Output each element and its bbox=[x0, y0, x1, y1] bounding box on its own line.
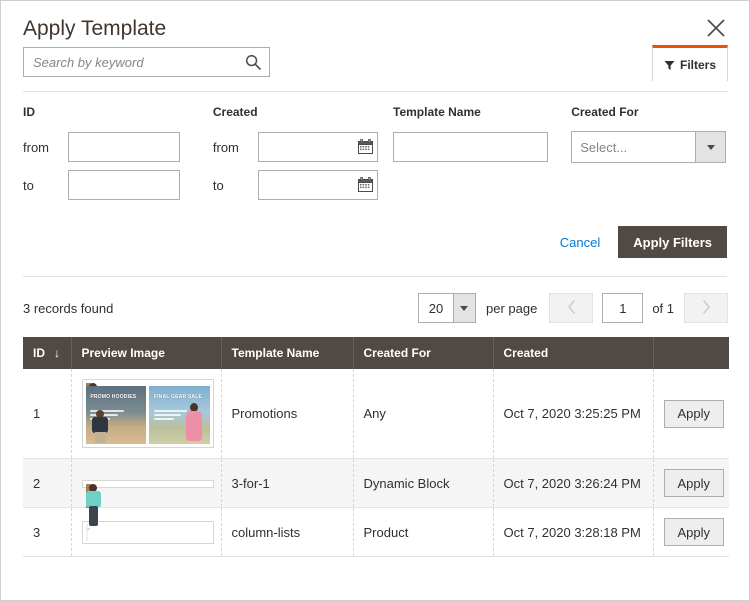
grid-wrapper: ID ↓ Preview Image Template Name Created … bbox=[1, 337, 749, 557]
records-found-label: 3 records found bbox=[23, 301, 113, 316]
grid-toolbar: 3 records found 20 per page of 1 bbox=[1, 277, 749, 337]
cell-id: 2 bbox=[23, 459, 71, 508]
page-total-label: of 1 bbox=[652, 301, 674, 316]
preview-tile-promo-hoodies: PROMO HOODIES bbox=[86, 386, 147, 444]
cell-id: 1 bbox=[23, 369, 71, 459]
cell-created-for: Any bbox=[353, 369, 493, 459]
per-page-label: per page bbox=[486, 301, 537, 316]
column-header-action bbox=[653, 337, 729, 369]
apply-button[interactable]: Apply bbox=[664, 518, 725, 546]
filter-created-for-select[interactable]: Select... bbox=[571, 131, 726, 163]
filter-id-from-input[interactable] bbox=[68, 132, 180, 162]
cell-created: Oct 7, 2020 3:28:18 PM bbox=[493, 508, 653, 557]
close-icon bbox=[705, 17, 727, 39]
filter-id-to-input[interactable] bbox=[68, 170, 180, 200]
tab-filters[interactable]: Filters bbox=[652, 45, 728, 81]
table-row[interactable]: 2 bbox=[23, 459, 729, 508]
column-header-id-label: ID bbox=[33, 346, 45, 360]
cell-template-name: Promotions bbox=[221, 369, 353, 459]
page-title: Apply Template bbox=[23, 15, 727, 43]
column-header-template-name[interactable]: Template Name bbox=[221, 337, 353, 369]
cell-created: Oct 7, 2020 3:26:24 PM bbox=[493, 459, 653, 508]
cell-preview-image bbox=[71, 459, 221, 508]
search-input[interactable] bbox=[24, 48, 269, 76]
chevron-right-icon bbox=[702, 300, 711, 317]
cell-preview-image: PROMO HOODIES FINAL GEAR SALE bbox=[71, 369, 221, 459]
preview-thumbnail[interactable] bbox=[82, 480, 214, 488]
cancel-link[interactable]: Cancel bbox=[560, 235, 600, 250]
search-row: Filters bbox=[1, 47, 749, 91]
column-header-preview-image[interactable]: Preview Image bbox=[71, 337, 221, 369]
next-page-button[interactable] bbox=[684, 293, 728, 323]
apply-filters-button[interactable]: Apply Filters bbox=[618, 226, 727, 258]
column-header-created[interactable]: Created bbox=[493, 337, 653, 369]
cell-action: Apply bbox=[653, 369, 729, 459]
filter-actions: Cancel Apply Filters bbox=[23, 204, 727, 276]
preview-document bbox=[86, 524, 88, 541]
cell-created: Oct 7, 2020 3:25:25 PM bbox=[493, 369, 653, 459]
pagination: 20 per page of 1 bbox=[418, 293, 728, 323]
preview-tiles: PROMO HOODIES FINAL GEAR SALE bbox=[86, 386, 210, 444]
preview-thumbnail[interactable] bbox=[82, 521, 214, 544]
per-page-select[interactable]: 20 bbox=[418, 293, 476, 323]
table-row[interactable]: 3 column-lists Product Oct 7, 2020 3:28:… bbox=[23, 508, 729, 557]
filter-group-template-name: Template Name bbox=[393, 105, 571, 204]
filter-id-from-label: from bbox=[23, 140, 68, 155]
column-header-id[interactable]: ID ↓ bbox=[23, 337, 71, 369]
preview-tile-final-gear-sale: FINAL GEAR SALE bbox=[149, 386, 210, 444]
cell-id: 3 bbox=[23, 508, 71, 557]
calendar-icon[interactable] bbox=[358, 139, 373, 154]
calendar-icon[interactable] bbox=[358, 177, 373, 192]
filter-group-created: Created from bbox=[213, 105, 393, 204]
search-divider bbox=[23, 91, 728, 92]
page-input[interactable] bbox=[602, 293, 643, 323]
search-box[interactable] bbox=[23, 47, 270, 77]
table-row[interactable]: 1 bbox=[23, 369, 729, 459]
column-header-created-for[interactable]: Created For bbox=[353, 337, 493, 369]
preview-tile-a-title: PROMO HOODIES bbox=[90, 394, 136, 400]
apply-button[interactable]: Apply bbox=[664, 469, 725, 497]
previous-page-button[interactable] bbox=[549, 293, 593, 323]
filter-template-name-label: Template Name bbox=[393, 105, 571, 119]
cell-template-name: column-lists bbox=[221, 508, 353, 557]
chevron-down-icon[interactable] bbox=[695, 132, 725, 162]
filter-id-label: ID bbox=[23, 105, 213, 119]
table-header: ID ↓ Preview Image Template Name Created … bbox=[23, 337, 729, 369]
cell-created-for: Dynamic Block bbox=[353, 459, 493, 508]
preview-thumbnail[interactable]: PROMO HOODIES FINAL GEAR SALE bbox=[82, 379, 214, 448]
chevron-left-icon bbox=[567, 300, 576, 317]
cell-action: Apply bbox=[653, 508, 729, 557]
preview-tile-b-title: FINAL GEAR SALE bbox=[154, 394, 202, 400]
filter-group-created-for: Created For Select... bbox=[571, 105, 727, 204]
filter-created-to-label: to bbox=[213, 178, 258, 193]
sort-descending-icon: ↓ bbox=[54, 346, 60, 360]
per-page-value: 20 bbox=[419, 294, 453, 322]
close-button[interactable] bbox=[699, 11, 733, 45]
filter-template-name-input[interactable] bbox=[393, 132, 548, 162]
filters-panel: ID from to Created from bbox=[1, 91, 749, 276]
tab-filters-label: Filters bbox=[680, 58, 716, 72]
cell-action: Apply bbox=[653, 459, 729, 508]
chevron-down-icon[interactable] bbox=[453, 294, 475, 322]
filter-created-for-value: Select... bbox=[572, 132, 695, 162]
table-body: 1 bbox=[23, 369, 729, 557]
modal-header: Apply Template bbox=[1, 1, 749, 47]
apply-button[interactable]: Apply bbox=[664, 400, 725, 428]
apply-template-modal: Apply Template bbox=[0, 0, 750, 601]
filter-id-to-label: to bbox=[23, 178, 68, 193]
cell-created-for: Product bbox=[353, 508, 493, 557]
funnel-icon bbox=[664, 59, 675, 70]
filter-created-for-label: Created For bbox=[571, 105, 727, 119]
search-icon[interactable] bbox=[245, 54, 261, 70]
filter-created-label: Created bbox=[213, 105, 393, 119]
templates-table: ID ↓ Preview Image Template Name Created … bbox=[23, 337, 729, 557]
filter-created-from-label: from bbox=[213, 140, 258, 155]
cell-template-name: 3-for-1 bbox=[221, 459, 353, 508]
filter-group-id: ID from to bbox=[23, 105, 213, 204]
